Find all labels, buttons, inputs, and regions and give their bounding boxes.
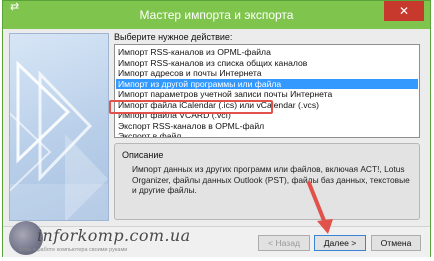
description-title: Описание bbox=[122, 150, 164, 160]
wizard-illustration bbox=[9, 33, 109, 221]
cancel-button[interactable]: Отмена bbox=[371, 235, 421, 251]
list-item[interactable]: Импорт адресов и почты Интернета bbox=[116, 68, 418, 79]
wizard-art-icon bbox=[10, 60, 108, 220]
window-title: Мастер импорта и экспорта bbox=[139, 8, 294, 22]
list-item[interactable]: Экспорт в файл bbox=[116, 131, 418, 137]
description-text: Импорт данных из других программ или фай… bbox=[132, 164, 410, 195]
action-prompt: Выберите нужное действие: bbox=[114, 32, 233, 42]
description-group: Описание Импорт данных из других програм… bbox=[114, 143, 420, 220]
list-item[interactable]: Импорт RSS-каналов из списка общих канал… bbox=[116, 58, 418, 69]
wizard-window: ⇄ Мастер импорта и экспорта ✕ Выберите н… bbox=[2, 0, 431, 257]
action-list[interactable]: Импорт RSS-каналов из OPML-файла Импорт … bbox=[114, 44, 420, 138]
list-item[interactable]: Импорт RSS-каналов из OPML-файла bbox=[116, 47, 418, 58]
next-button[interactable]: Далее > bbox=[314, 235, 366, 251]
site-watermark: inforkomp.com.ua bbox=[37, 226, 191, 245]
list-item[interactable]: Экспорт RSS-каналов в OPML-файл bbox=[116, 121, 418, 132]
selection-highlight-annotation bbox=[109, 100, 273, 114]
wizard-footer: inforkomp.com.ua Весь о работе компьютер… bbox=[3, 221, 430, 257]
list-item[interactable]: Импорт параметров учетной записи почты И… bbox=[116, 89, 418, 100]
wizard-body: Выберите нужное действие: Импорт RSS-кан… bbox=[3, 29, 430, 226]
annotation-arrow-icon bbox=[307, 181, 333, 234]
back-button[interactable]: < Назад bbox=[258, 235, 310, 251]
site-tagline: Весь о работе компьютера своими руками bbox=[19, 247, 128, 253]
close-button[interactable]: ✕ bbox=[384, 1, 424, 21]
list-item-selected[interactable]: Импорт из другой программы или файла bbox=[116, 78, 418, 89]
title-bar[interactable]: ⇄ Мастер импорта и экспорта ✕ bbox=[3, 1, 430, 29]
